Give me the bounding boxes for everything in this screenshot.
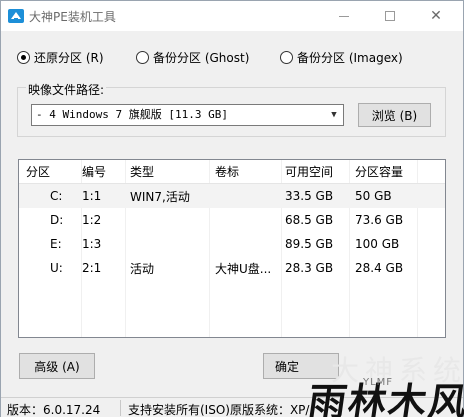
watermark-sub-text: YLMF xyxy=(363,377,394,388)
radio-button[interactable] xyxy=(17,51,30,64)
radio-label: 还原分区 (R) xyxy=(34,51,104,65)
radio-button[interactable] xyxy=(280,51,293,64)
radio-backup-imagex[interactable]: 备份分区 (Imagex) xyxy=(280,49,403,66)
advanced-button-label: 高级 (A) xyxy=(34,359,80,374)
radio-label: 备份分区 (Ghost) xyxy=(153,51,250,65)
column-header[interactable]: 分区 xyxy=(26,163,50,180)
cell-partition: D: xyxy=(50,213,64,227)
radio-label: 备份分区 (Imagex) xyxy=(297,51,403,65)
cell-number: 2:1 xyxy=(82,261,102,275)
browse-button[interactable]: 浏览 (B) xyxy=(358,103,431,127)
table-row[interactable]: U: 2:1 活动 大神U盘... 28.3 GB 28.4 GB xyxy=(19,256,445,280)
browse-button-label: 浏览 (B) xyxy=(371,108,418,123)
table-row[interactable]: D: 1:2 68.5 GB 73.6 GB xyxy=(19,208,445,232)
watermark: 大神系统 雨林木风 YLMF xyxy=(301,353,464,417)
status-divider xyxy=(120,400,121,416)
column-header[interactable]: 类型 xyxy=(130,163,154,180)
table-row[interactable]: C: 1:1 WIN7,活动 33.5 GB 50 GB xyxy=(19,184,445,208)
radio-backup-ghost[interactable]: 备份分区 (Ghost) xyxy=(136,49,249,66)
maximize-icon xyxy=(385,11,395,21)
window-title: 大神PE装机工具 xyxy=(29,10,116,24)
cell-free-space: 28.3 GB xyxy=(285,261,334,275)
version-text: 版本：6.0.17.24 xyxy=(7,403,101,417)
minimize-icon xyxy=(339,15,349,17)
column-header[interactable]: 编号 xyxy=(82,163,106,180)
chevron-down-icon[interactable]: ▼ xyxy=(328,105,340,125)
minimize-button[interactable] xyxy=(321,1,367,31)
cell-number: 1:2 xyxy=(82,213,102,227)
cell-capacity: 28.4 GB xyxy=(355,261,404,275)
radio-button[interactable] xyxy=(136,51,149,64)
app-logo-icon xyxy=(8,9,24,23)
cell-partition: C: xyxy=(50,189,63,203)
cell-number: 1:1 xyxy=(82,189,102,203)
table-row[interactable]: E: 1:3 89.5 GB 100 GB xyxy=(19,232,445,256)
close-icon: ✕ xyxy=(430,8,442,24)
cell-capacity: 73.6 GB xyxy=(355,213,404,227)
table-header: 分区 编号 类型 卷标 可用空间 分区容量 xyxy=(19,160,445,184)
image-select-value: - 4 Windows 7 旗舰版 [11.3 GB] xyxy=(36,108,228,121)
cell-label: 大神U盘... xyxy=(215,261,272,276)
cell-free-space: 68.5 GB xyxy=(285,213,334,227)
partition-table: 分区 编号 类型 卷标 可用空间 分区容量 C: 1:1 WIN7,活动 33.… xyxy=(18,159,446,338)
cell-type: WIN7,活动 xyxy=(130,189,190,204)
column-header[interactable]: 可用空间 xyxy=(285,163,333,180)
advanced-button[interactable]: 高级 (A) xyxy=(19,353,95,379)
image-select[interactable]: - 4 Windows 7 旗舰版 [11.3 GB] ▼ xyxy=(31,104,344,126)
column-header[interactable]: 卷标 xyxy=(215,163,239,180)
title-bar: 大神PE装机工具 ✕ xyxy=(1,1,463,31)
cell-capacity: 50 GB xyxy=(355,189,392,203)
cell-free-space: 89.5 GB xyxy=(285,237,334,251)
radio-restore-partition[interactable]: 还原分区 (R) xyxy=(17,49,104,66)
cell-type: 活动 xyxy=(130,261,155,276)
cell-partition: U: xyxy=(50,261,63,275)
cell-number: 1:3 xyxy=(82,237,102,251)
image-path-label: 映像文件路径: xyxy=(26,81,107,98)
status-info-text: 支持安装所有(ISO)原版系统：XP/ xyxy=(128,403,310,417)
cell-free-space: 33.5 GB xyxy=(285,189,334,203)
cell-partition: E: xyxy=(50,237,62,251)
maximize-button[interactable] xyxy=(367,1,413,31)
pe-installer-window: 大神PE装机工具 ✕ 还原分区 (R) 备份分区 (Ghost) 备份分区 (I… xyxy=(0,0,464,417)
ok-button-label: 确定 xyxy=(274,359,299,374)
cell-capacity: 100 GB xyxy=(355,237,400,251)
column-header[interactable]: 分区容量 xyxy=(355,163,403,180)
close-button[interactable]: ✕ xyxy=(413,1,459,31)
